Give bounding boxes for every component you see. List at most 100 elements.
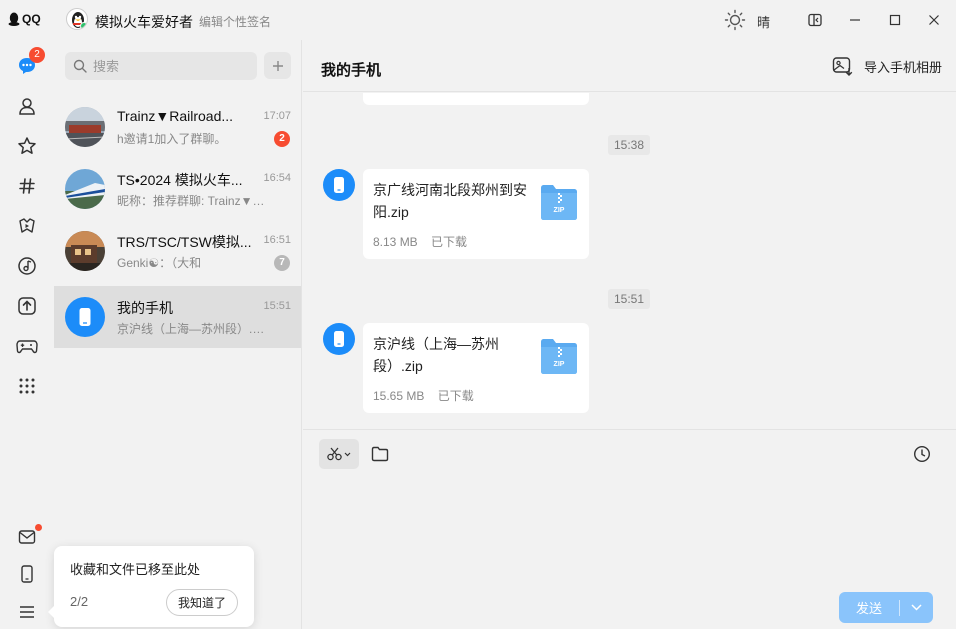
conversation-time: 16:54 <box>263 172 291 184</box>
nav-channels[interactable] <box>15 174 39 198</box>
nav-contacts[interactable] <box>15 94 39 118</box>
chat-header: 我的手机 导入手机相册 <box>303 40 956 92</box>
send-button[interactable]: 发送 <box>839 592 933 623</box>
conversation-time: 15:51 <box>263 300 291 312</box>
message-timestamp: 15:51 <box>608 289 651 309</box>
search-input[interactable] <box>93 58 243 74</box>
weather-label[interactable]: 晴 <box>757 12 770 31</box>
hashtag-icon <box>19 178 35 194</box>
pin-window-button[interactable] <box>803 8 827 32</box>
group-avatar-railroad <box>65 107 105 147</box>
history-button[interactable] <box>907 439 937 469</box>
nav-music[interactable] <box>15 254 39 278</box>
screenshot-button[interactable] <box>319 439 359 469</box>
send-label: 发送 <box>855 601 882 616</box>
message-input-area[interactable] <box>303 475 956 585</box>
file-name: 京广线河南北段郑州到安阳.zip <box>373 182 527 220</box>
got-it-button[interactable]: 我知道了 <box>166 589 238 616</box>
file-meta: 8.13 MB 已下载 <box>373 233 467 250</box>
nav-messages[interactable]: 2 <box>15 47 45 78</box>
conversation-list: Trainz▼Railroad... h邀请1加入了群聊。 17:07 2 TS… <box>54 40 302 629</box>
chat-title: 我的手机 <box>321 62 382 79</box>
conversation-item-my-phone[interactable]: 我的手机 京沪线（上海—苏州段）.zip 15:51 <box>54 286 301 348</box>
file-status: 已下载 <box>437 389 474 403</box>
nav-games[interactable] <box>15 334 39 358</box>
conversation-preview: h邀请1加入了群聊。 <box>117 132 227 146</box>
mail-icon <box>18 530 36 544</box>
file-size: 15.65 MB <box>373 389 425 403</box>
nav-favorites[interactable] <box>15 134 39 158</box>
unread-count-badge: 7 <box>274 255 290 271</box>
mail-unread-dot <box>35 524 42 531</box>
nav-video[interactable] <box>15 214 39 238</box>
video-icon <box>19 218 35 233</box>
music-icon <box>18 257 36 275</box>
zip-file-icon: ZIP <box>541 339 577 374</box>
sidebar-toggle-icon <box>808 13 822 27</box>
my-phone-avatar <box>65 297 105 337</box>
chat-panel: 我的手机 导入手机相册 15:38 京广线河南北段郑州到安阳.zip 8.13 … <box>303 40 956 629</box>
zip-label: ZIP <box>554 207 565 214</box>
conversation-item[interactable]: Trainz▼Railroad... h邀请1加入了群聊。 17:07 2 <box>54 96 301 158</box>
chevron-down-icon <box>911 604 922 611</box>
file-meta: 15.65 MB 已下载 <box>373 387 474 404</box>
close-button[interactable] <box>922 8 946 32</box>
sun-icon[interactable] <box>724 9 746 31</box>
message-area: 15:38 京广线河南北段郑州到安阳.zip 8.13 MB 已下载 ZIP 1… <box>303 93 956 429</box>
message-timestamp: 15:38 <box>608 135 651 155</box>
nav-mail[interactable] <box>15 524 42 549</box>
conversation-name: TRS/TSC/TSW模拟... <box>117 234 252 250</box>
conversation-time: 17:07 <box>263 110 291 122</box>
title-bar: QQ 模拟火车爱好者 编辑个性签名 晴 <box>0 0 956 40</box>
app-logo: QQ <box>8 12 41 26</box>
nav-main-menu[interactable] <box>15 600 39 624</box>
app-name: QQ <box>22 12 41 26</box>
search-icon <box>73 59 87 73</box>
minimize-button[interactable] <box>843 8 867 32</box>
conversation-name: 我的手机 <box>117 300 173 316</box>
conversation-item[interactable]: TS•2024 模拟火车... 昵称：推荐群聊: Trainz▼Railr...… <box>54 158 301 220</box>
person-icon <box>19 98 35 115</box>
user-avatar[interactable] <box>66 8 88 30</box>
send-file-button[interactable] <box>365 439 395 469</box>
file-name: 京沪线（上海—苏州段）.zip <box>373 336 499 374</box>
scissors-icon <box>327 447 351 461</box>
user-nickname[interactable]: 模拟火车爱好者 <box>95 12 193 32</box>
phone-icon <box>334 177 344 193</box>
add-button[interactable] <box>264 52 291 79</box>
feature-tip-card: 收藏和文件已移至此处 2/2 我知道了 <box>48 546 254 627</box>
clock-icon <box>913 445 931 463</box>
file-message-card[interactable]: 京广线河南北段郑州到安阳.zip 8.13 MB 已下载 ZIP <box>363 169 589 259</box>
search-box[interactable] <box>65 52 257 80</box>
sender-phone-avatar <box>323 323 355 355</box>
phone-icon <box>79 308 91 326</box>
conversation-name: TS•2024 模拟火车... <box>117 172 243 188</box>
nav-my-phone[interactable] <box>15 562 39 586</box>
message-input[interactable] <box>319 479 939 579</box>
left-navigation: 2 <box>0 40 54 629</box>
edit-signature-link[interactable]: 编辑个性签名 <box>199 13 271 30</box>
conversation-name: Trainz▼Railroad... <box>117 108 234 124</box>
online-status-dot <box>80 22 87 29</box>
unread-count-badge: 2 <box>274 131 290 147</box>
send-options-button[interactable] <box>900 604 933 611</box>
hamburger-menu-icon <box>20 606 34 618</box>
phone-icon <box>334 331 344 347</box>
maximize-button[interactable] <box>883 8 907 32</box>
input-toolbar <box>303 429 956 475</box>
conversation-item[interactable]: TRS/TSC/TSW模拟... Genki☯：（大和 16:51 7 <box>54 220 301 282</box>
group-avatar-locomotive <box>65 231 105 271</box>
file-size: 8.13 MB <box>373 235 418 249</box>
file-message-card[interactable]: 京沪线（上海—苏州段）.zip 15.65 MB 已下载 ZIP <box>363 323 589 413</box>
plus-icon <box>272 60 283 71</box>
conversation-preview: 京沪线（上海—苏州段）.zip <box>117 322 267 336</box>
qq-penguin-icon <box>8 12 20 26</box>
import-photos-button[interactable]: 导入手机相册 <box>832 56 942 76</box>
phone-icon <box>21 565 33 583</box>
folder-icon <box>371 446 389 462</box>
minimize-icon <box>850 19 860 21</box>
tip-page-indicator: 2/2 <box>70 594 89 609</box>
conversation-time: 16:51 <box>263 234 291 246</box>
nav-upload[interactable] <box>15 294 39 318</box>
nav-more-apps[interactable] <box>15 374 39 398</box>
